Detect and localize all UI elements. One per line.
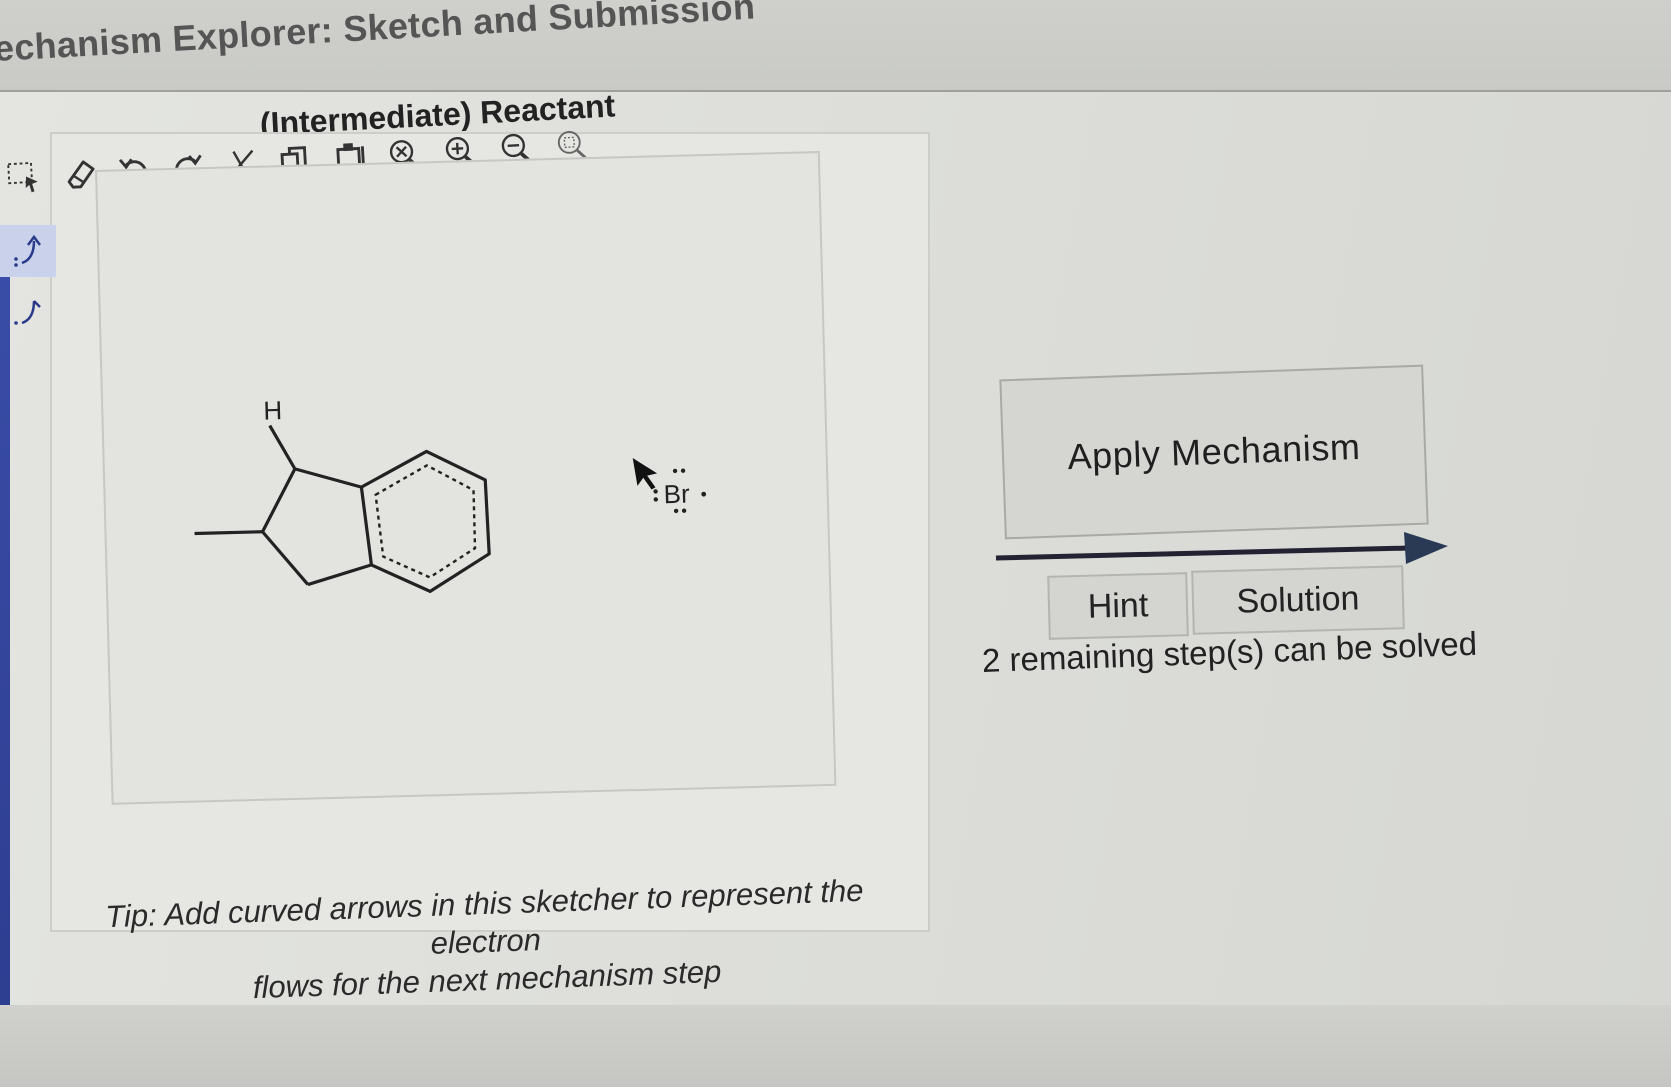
mechanism-panel: Apply Mechanism Hint Solution 2 remainin… xyxy=(970,360,1530,700)
h-bond xyxy=(268,424,297,470)
lasso-select-icon xyxy=(7,161,38,193)
screen: echanism Explorer: Sketch and Submission… xyxy=(0,0,1671,1087)
ring-bond-2 xyxy=(294,467,362,489)
sketch-canvas[interactable]: H Br xyxy=(95,151,837,805)
indane-molecule[interactable] xyxy=(192,420,491,598)
bromide-ion[interactable]: Br xyxy=(632,456,707,514)
reaction-arrow-icon xyxy=(995,532,1448,564)
hint-button[interactable]: Hint xyxy=(1047,572,1189,640)
ring-bond-3 xyxy=(261,530,310,586)
select-tool[interactable] xyxy=(1,153,47,199)
eraser-icon xyxy=(67,160,95,189)
curved-arrow-electron-pair-tool[interactable] xyxy=(0,225,56,277)
solution-button[interactable]: Solution xyxy=(1191,565,1405,635)
apply-mechanism-button[interactable]: Apply Mechanism xyxy=(999,364,1429,540)
methyl-bond xyxy=(194,530,263,536)
aromatic-circle xyxy=(374,464,477,579)
app-title: echanism Explorer: Sketch and Submission xyxy=(0,0,757,69)
mouse-cursor-icon xyxy=(632,458,658,490)
double-curved-arrow-icon xyxy=(14,234,41,267)
bottom-bar xyxy=(0,1005,1671,1087)
molecule-drawing: H Br xyxy=(192,395,707,598)
benzene-ring xyxy=(359,449,491,593)
ring-bond-1 xyxy=(261,468,297,533)
ring-bond-4 xyxy=(307,563,372,587)
hydrogen-label: H xyxy=(263,395,283,425)
arrow-tools xyxy=(0,225,56,345)
title-bar: echanism Explorer: Sketch and Submission xyxy=(0,0,1671,92)
single-curved-arrow-icon xyxy=(14,300,41,325)
bromide-label: Br xyxy=(663,479,690,510)
left-accent-bar xyxy=(0,240,10,1087)
curved-arrow-single-electron-tool[interactable] xyxy=(0,285,56,337)
